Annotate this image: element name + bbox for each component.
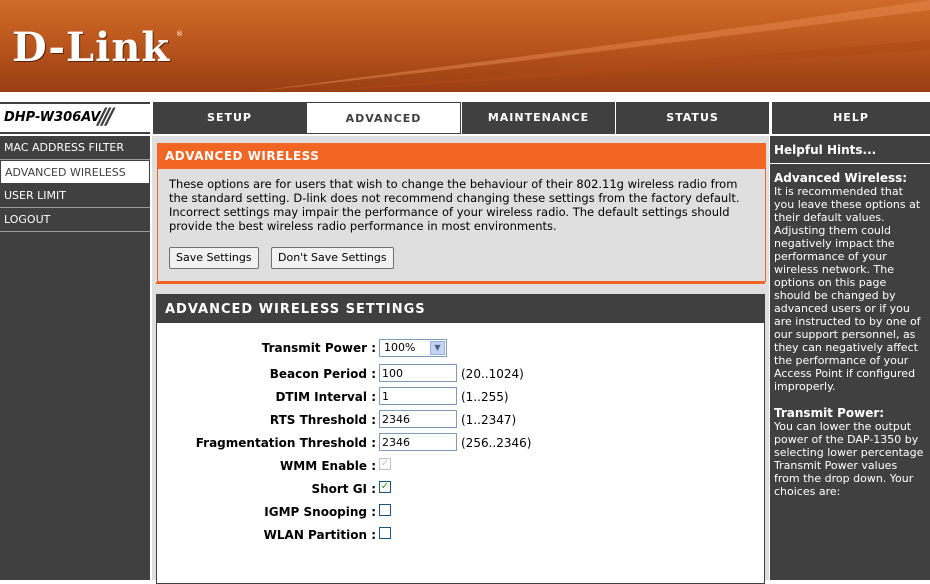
- dtim-interval-input[interactable]: [379, 387, 457, 405]
- intro-description: These options are for users that wish to…: [169, 177, 740, 233]
- help-advanced-wireless-title: Advanced Wireless:: [774, 171, 908, 185]
- igmp-snooping-row: IGMP Snooping :: [157, 502, 766, 524]
- transmit-power-row: Transmit Power : 100% ▼: [157, 338, 766, 360]
- short-gi-checkbox[interactable]: ✓: [379, 481, 391, 493]
- sidebar-item-user-limit[interactable]: USER LIMIT: [0, 184, 150, 208]
- short-gi-label: Short GI :: [311, 482, 376, 496]
- dtim-interval-row: DTIM Interval : (1..255): [157, 387, 766, 409]
- top-nav: SETUP ADVANCED MAINTENANCE STATUS: [152, 102, 769, 134]
- sidebar-item-logout[interactable]: LOGOUT: [0, 208, 150, 232]
- fragmentation-threshold-row: Fragmentation Threshold : (256..2346): [157, 433, 766, 455]
- beacon-period-input[interactable]: [379, 364, 457, 382]
- transmit-power-value: 100%: [384, 341, 416, 354]
- tab-help[interactable]: HELP: [770, 102, 930, 134]
- model-box: DHP-W306AV ///: [0, 102, 150, 134]
- model-name: DHP-W306AV: [4, 110, 101, 125]
- header-banner: D-Link ®: [0, 0, 930, 92]
- wlan-partition-label: WLAN Partition :: [263, 528, 376, 542]
- beacon-period-range: (20..1024): [461, 367, 524, 381]
- beacon-period-row: Beacon Period : (20..1024): [157, 364, 766, 386]
- save-settings-button[interactable]: Save Settings: [169, 247, 259, 269]
- intro-panel: ADVANCED WIRELESS These options are for …: [156, 142, 767, 284]
- help-title: Helpful Hints...: [774, 143, 877, 157]
- wmm-enable-row: WMM Enable : ✓: [157, 456, 766, 478]
- wlan-partition-row: WLAN Partition :: [157, 525, 766, 547]
- help-transmit-power-title: Transmit Power:: [774, 406, 885, 420]
- wmm-enable-label: WMM Enable :: [280, 459, 376, 473]
- help-panel: Helpful Hints... Advanced Wireless: It i…: [770, 136, 930, 580]
- beacon-period-label: Beacon Period :: [269, 367, 376, 381]
- help-advanced-wireless-text: It is recommended that you leave these o…: [774, 185, 921, 393]
- rts-threshold-row: RTS Threshold : (1..2347): [157, 410, 766, 432]
- wmm-enable-checkbox: ✓: [379, 458, 391, 470]
- rts-threshold-input[interactable]: [379, 410, 457, 428]
- settings-panel: ADVANCED WIRELESS SETTINGS Transmit Powe…: [156, 294, 765, 584]
- header-separator: [0, 92, 930, 100]
- transmit-power-label: Transmit Power :: [261, 341, 376, 355]
- tab-status[interactable]: STATUS: [615, 102, 769, 134]
- transmit-power-select[interactable]: 100% ▼: [379, 339, 447, 357]
- dlink-logo: D-Link: [12, 24, 171, 71]
- slashes-decoration: ///: [98, 105, 114, 130]
- intro-bottom-line: [156, 282, 765, 284]
- dtim-interval-range: (1..255): [461, 390, 509, 404]
- chevron-down-icon[interactable]: ▼: [430, 341, 445, 355]
- settings-title: ADVANCED WIRELESS SETTINGS: [157, 295, 764, 323]
- rts-threshold-range: (1..2347): [461, 413, 517, 427]
- igmp-snooping-label: IGMP Snooping :: [264, 505, 376, 519]
- fragmentation-threshold-input[interactable]: [379, 433, 457, 451]
- short-gi-row: Short GI : ✓: [157, 479, 766, 501]
- sidebar-item-mac-address-filter[interactable]: MAC ADDRESS FILTER: [0, 136, 150, 160]
- dtim-interval-label: DTIM Interval :: [275, 390, 376, 404]
- help-divider: [770, 163, 930, 164]
- igmp-snooping-checkbox[interactable]: [379, 504, 391, 516]
- wlan-partition-checkbox[interactable]: [379, 527, 391, 539]
- fragmentation-threshold-label: Fragmentation Threshold :: [195, 436, 376, 450]
- main-content: ADVANCED WIRELESS These options are for …: [152, 136, 769, 584]
- tab-maintenance[interactable]: MAINTENANCE: [461, 102, 615, 134]
- sidebar-item-advanced-wireless[interactable]: ADVANCED WIRELESS: [0, 160, 150, 184]
- tab-advanced[interactable]: ADVANCED: [306, 102, 461, 134]
- intro-title: ADVANCED WIRELESS: [157, 143, 766, 169]
- help-transmit-power-text: You can lower the output power of the DA…: [774, 420, 924, 498]
- tab-setup[interactable]: SETUP: [152, 102, 306, 134]
- rts-threshold-label: RTS Threshold :: [269, 413, 376, 427]
- dont-save-settings-button[interactable]: Don't Save Settings: [271, 247, 394, 269]
- fragmentation-threshold-range: (256..2346): [461, 436, 532, 450]
- trademark-mark: ®: [176, 30, 183, 38]
